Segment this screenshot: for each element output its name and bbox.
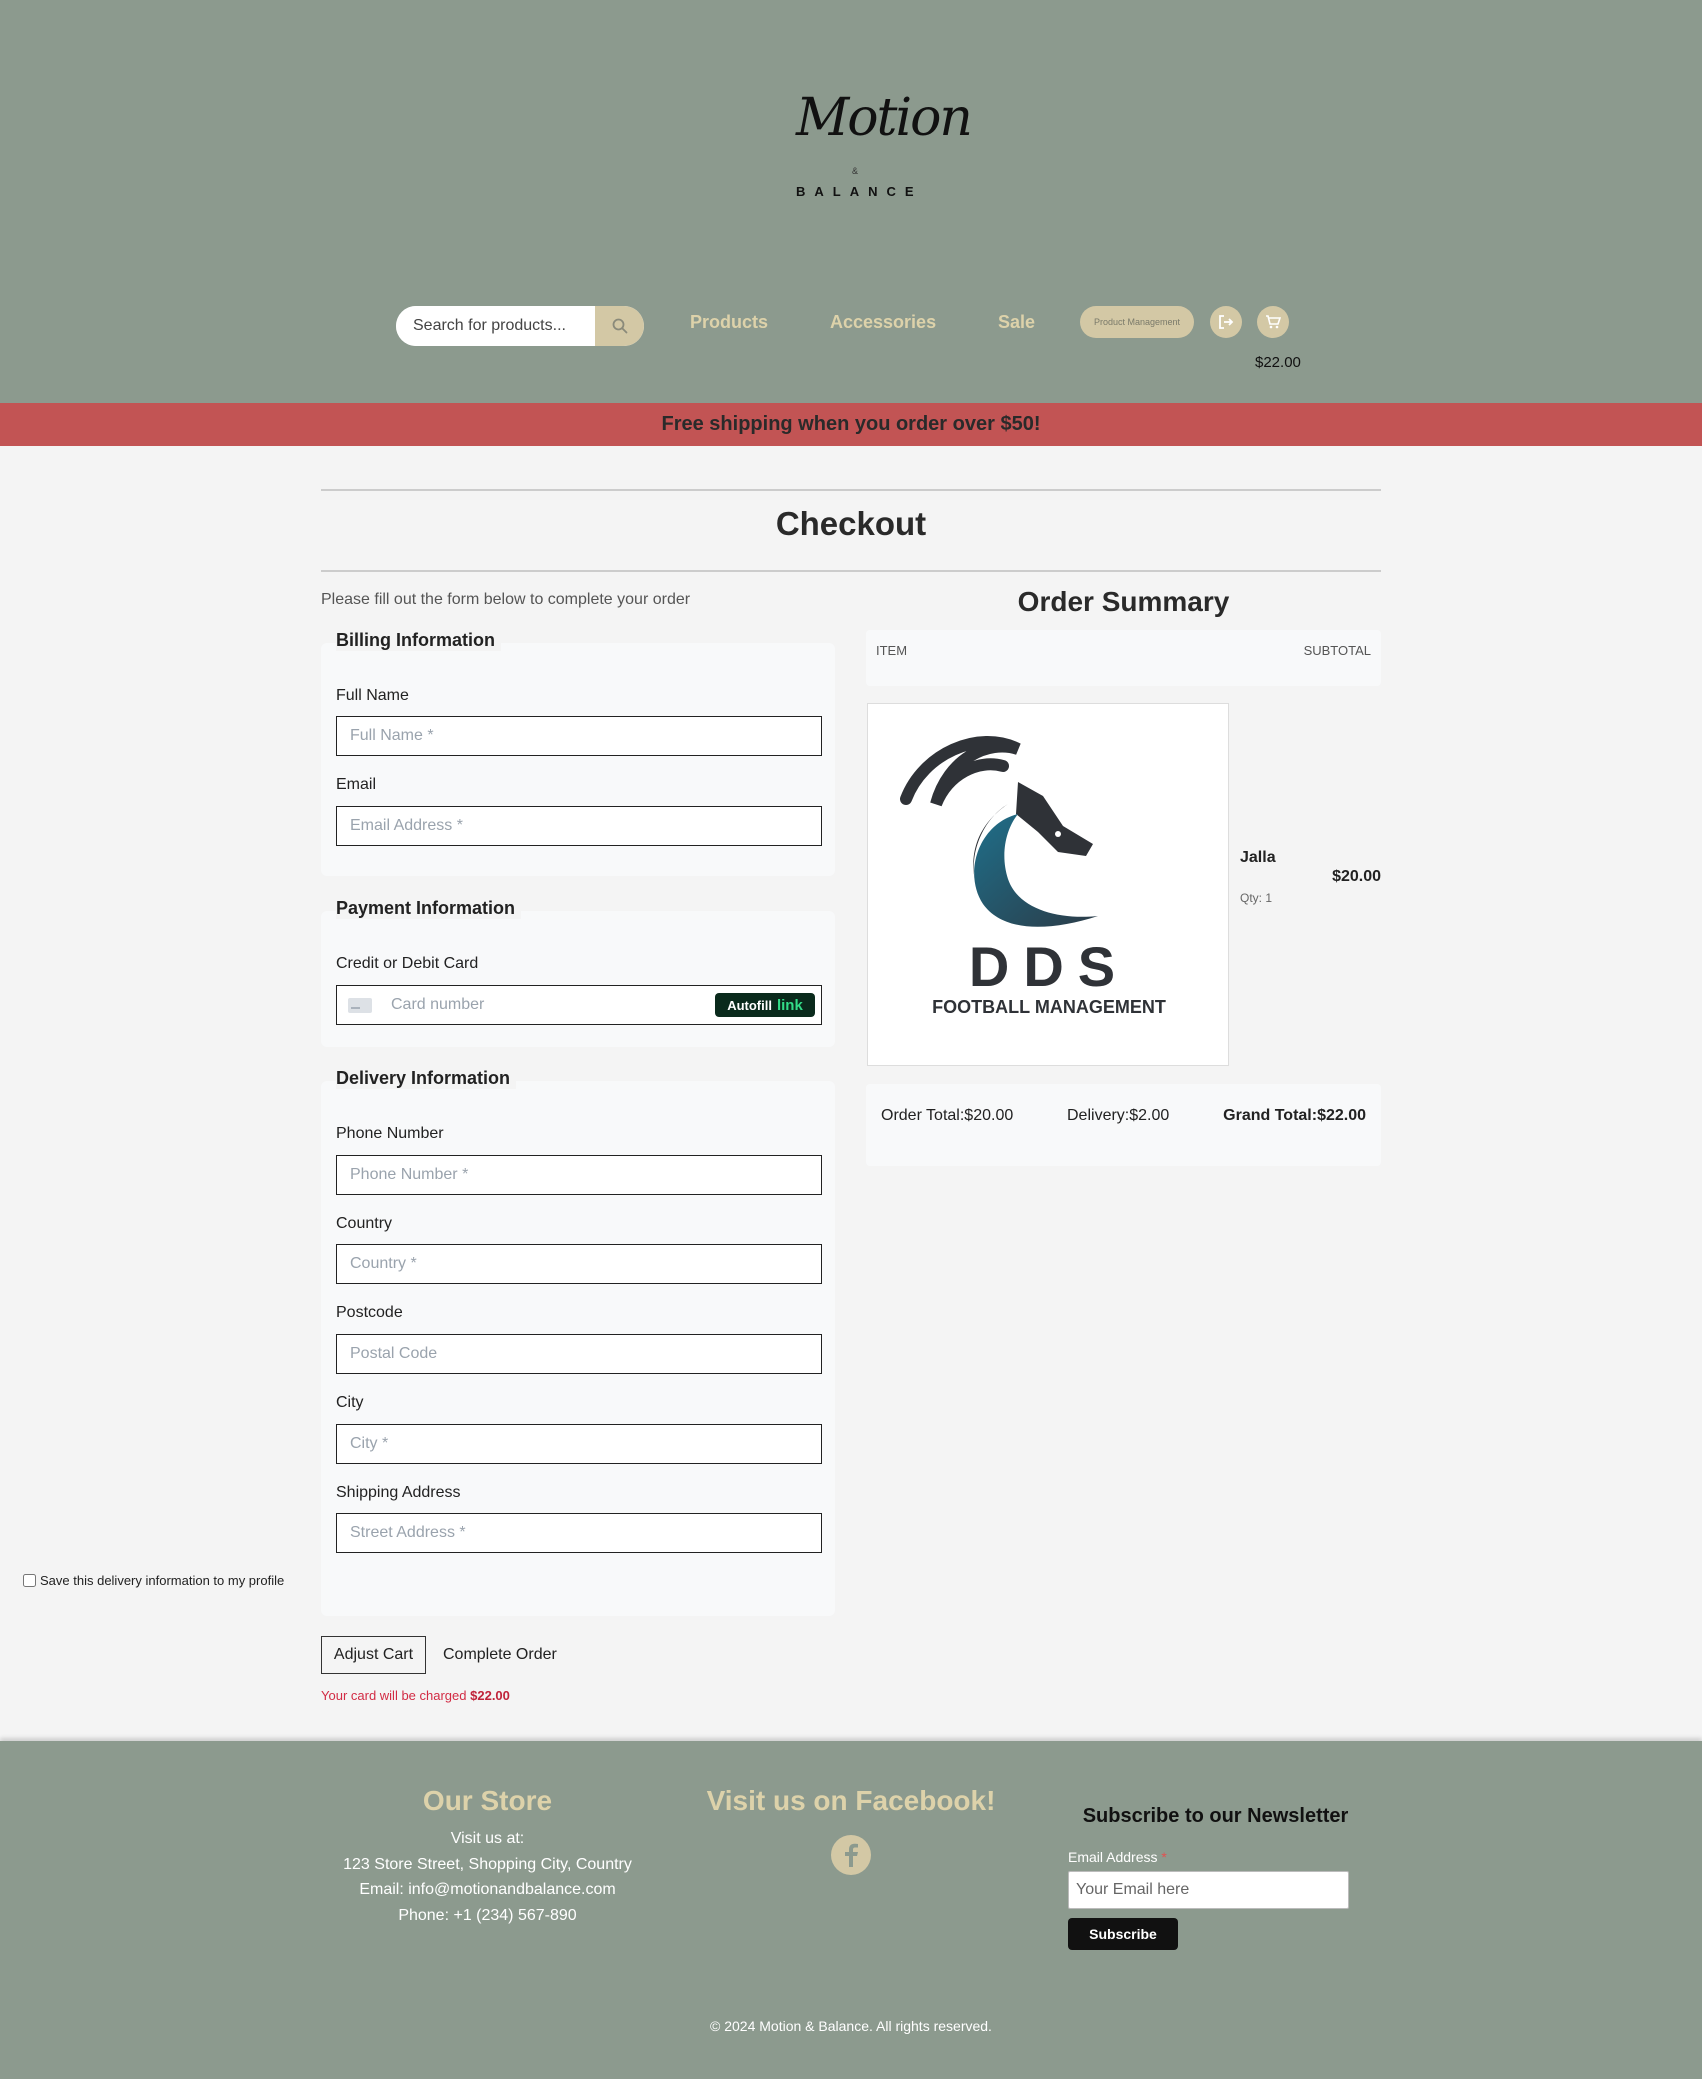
newsletter-email-input[interactable] [1068,1871,1349,1909]
delivery-cost: Delivery:$2.00 [1067,1107,1170,1124]
product-image[interactable]: DDS FOOTBALL MANAGEMENT [867,703,1229,1066]
page-title: Checkout [775,505,927,542]
cart-icon [1266,315,1281,329]
order-total: Order Total:$20.00 [881,1107,1014,1124]
search-button[interactable] [595,306,644,346]
cart-button[interactable] [1257,306,1289,338]
newsletter-title: Subscribe to our Newsletter [1082,1805,1349,1827]
complete-order-button[interactable]: Complete Order [433,1636,567,1674]
column-item: ITEM [876,643,908,658]
charge-amount: $22.00 [470,1688,510,1703]
product-management-button[interactable]: Product Management [1080,306,1194,338]
city-label: City [336,1394,364,1411]
save-delivery-option[interactable]: Save this delivery information to my pro… [23,1573,284,1588]
order-totals: Order Total:$20.00 Delivery:$2.00 Grand … [866,1084,1381,1166]
image-text-main: DDS [968,935,1130,998]
checkout-intro: Please fill out the form below to comple… [321,591,691,608]
full-name-input[interactable] [336,716,822,756]
shipping-banner: Free shipping when you order over $50! [0,403,1702,446]
search-bar [396,306,644,346]
postcode-input[interactable] [336,1334,822,1374]
save-delivery-label: Save this delivery information to my pro… [40,1573,285,1588]
credit-card-icon [348,998,372,1013]
footer-email: Email: info@motionandbalance.com [359,1881,616,1898]
nav-sale[interactable]: Sale [998,312,1035,333]
divider-bottom [321,570,1381,572]
card-number-placeholder: Card number [391,996,485,1013]
newsletter-email-label: Email Address * [1068,1849,1167,1865]
email-input[interactable] [336,806,822,846]
footer-store-title: Our Store [422,1785,553,1816]
address-label: Shipping Address [336,1484,461,1501]
charge-notice: Your card will be charged $22.00 [321,1688,510,1703]
billing-title: Billing Information [336,630,501,651]
search-input[interactable] [396,306,595,346]
logout-icon [1219,315,1234,329]
facebook-icon [845,1843,858,1867]
cart-total: $22.00 [1255,354,1301,371]
subscribe-button[interactable]: Subscribe [1068,1918,1178,1950]
billing-panel: Billing Information Full Name Email [321,630,835,876]
logout-button[interactable] [1210,306,1242,338]
phone-input[interactable] [336,1155,822,1195]
address-input[interactable] [336,1513,822,1553]
payment-panel: Payment Information Credit or Debit Card… [321,898,835,1047]
grand-total: Grand Total:$22.00 [1223,1107,1366,1124]
autofill-link-button[interactable]: Autofill link [715,993,815,1017]
item-name[interactable]: Jalla [1240,849,1276,867]
column-subtotal: SUBTOTAL [1303,643,1371,658]
divider-top [321,489,1381,491]
nav-accessories[interactable]: Accessories [830,312,936,333]
delivery-title: Delivery Information [336,1068,517,1089]
footer-facebook-title: Visit us on Facebook! [706,1785,996,1816]
logo-script: Motion [796,88,973,148]
phone-label: Phone Number [336,1125,444,1142]
order-summary-header: ITEM SUBTOTAL [866,630,1381,686]
brand-logo[interactable]: Motion & BALANCE [790,88,973,208]
full-name-label: Full Name [336,687,409,704]
save-delivery-checkbox[interactable] [23,1574,36,1587]
footer-address: 123 Store Street, Shopping City, Country [343,1856,632,1873]
city-input[interactable] [336,1424,822,1464]
order-summary-title: Order Summary [1017,586,1230,617]
postcode-label: Postcode [336,1304,403,1321]
country-input[interactable] [336,1244,822,1284]
delivery-panel: Delivery Information Phone Number Countr… [321,1068,835,1616]
payment-title: Payment Information [336,898,522,919]
footer-phone: Phone: +1 (234) 567-890 [398,1907,577,1924]
copyright: © 2024 Motion & Balance. All rights rese… [710,2018,992,2034]
nav-products[interactable]: Products [690,312,768,333]
country-label: Country [336,1215,393,1232]
logo-subtitle: BALANCE [796,184,923,199]
card-number-field[interactable]: Card number Autofill link [336,985,822,1025]
item-quantity: Qty: 1 [1240,891,1273,905]
item-price: $20.00 [1332,868,1381,885]
facebook-link[interactable] [831,1835,871,1875]
autofill-text: Autofill [727,997,772,1013]
image-text-sub: FOOTBALL MANAGEMENT [932,997,1166,1017]
newsletter-email-label-text: Email Address [1068,1849,1158,1865]
link-text: link [776,996,803,1014]
charge-text: Your card will be charged [321,1688,467,1703]
logo-ampersand: & [852,166,859,176]
email-label: Email [336,776,377,793]
card-label: Credit or Debit Card [336,955,479,972]
required-marker: * [1161,1849,1167,1865]
search-icon [612,318,627,334]
adjust-cart-button[interactable]: Adjust Cart [321,1636,426,1674]
footer-visit-label: Visit us at: [450,1830,525,1847]
site-header: Motion & BALANCE Products Accessories Sa… [0,0,1702,403]
